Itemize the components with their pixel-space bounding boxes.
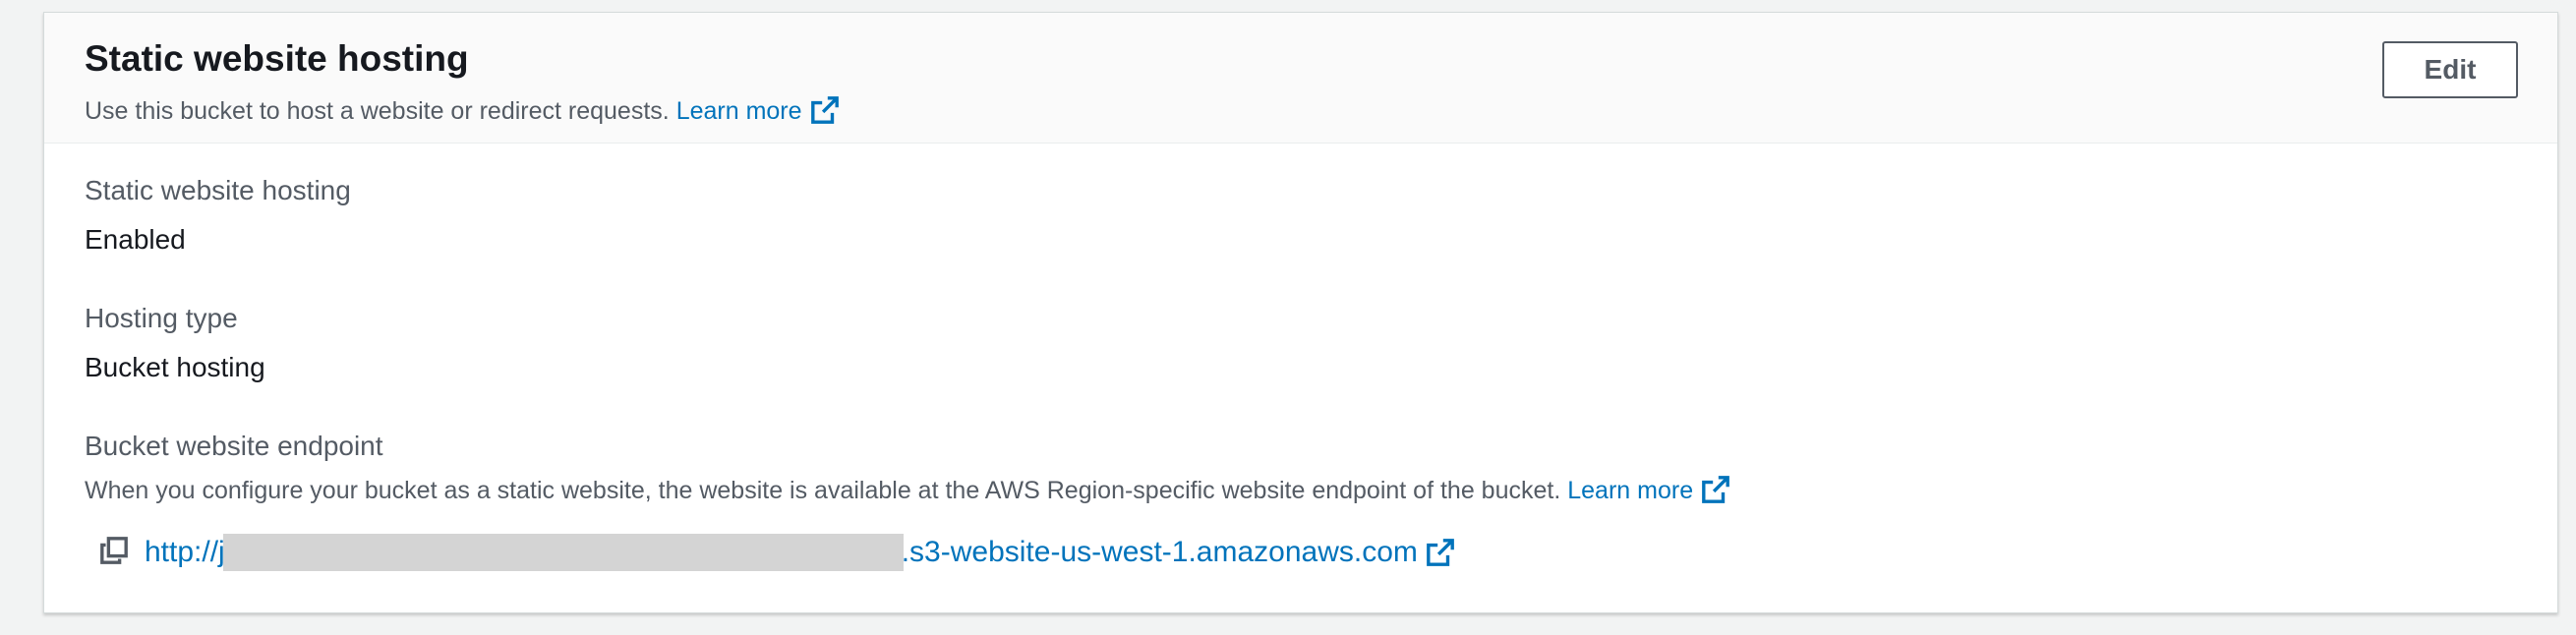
endpoint-url-suffix: .s3-website-us-west-1.amazonaws.com <box>901 536 1418 568</box>
hosting-type-value: Bucket hosting <box>85 352 265 382</box>
static-website-hosting-panel: Static website hosting Use this bucket t… <box>43 12 2558 613</box>
external-link-icon <box>810 96 839 124</box>
endpoint-description: When you configure your bucket as a stat… <box>85 475 1730 505</box>
panel-title: Static website hosting <box>85 38 469 79</box>
redaction-block <box>222 534 904 571</box>
hosting-value: Enabled <box>85 224 186 255</box>
hosting-label: Static website hosting <box>85 175 351 205</box>
hosting-type-label: Hosting type <box>85 303 238 333</box>
endpoint-label: Bucket website endpoint <box>85 431 383 461</box>
panel-description-text: Use this bucket to host a website or red… <box>85 97 670 125</box>
endpoint-url-prefix: http://j <box>145 536 225 568</box>
panel-header: Static website hosting Use this bucket t… <box>44 13 2557 144</box>
edit-button[interactable]: Edit <box>2382 41 2518 98</box>
panel-description: Use this bucket to host a website or red… <box>85 95 840 126</box>
external-link-icon <box>1427 539 1454 566</box>
learn-more-label: Learn more <box>675 97 802 125</box>
external-link-icon <box>1702 476 1729 503</box>
copy-icon[interactable] <box>99 536 129 565</box>
endpoint-learn-more-link[interactable]: Learn more <box>1567 476 1730 504</box>
endpoint-description-text: When you configure your bucket as a stat… <box>85 477 1561 504</box>
endpoint-url-link[interactable]: http://j .s3-website-us-west-1.amazonaws.… <box>145 534 1455 571</box>
endpoint-learn-more-label: Learn more <box>1567 477 1694 504</box>
learn-more-link[interactable]: Learn more <box>675 96 840 125</box>
